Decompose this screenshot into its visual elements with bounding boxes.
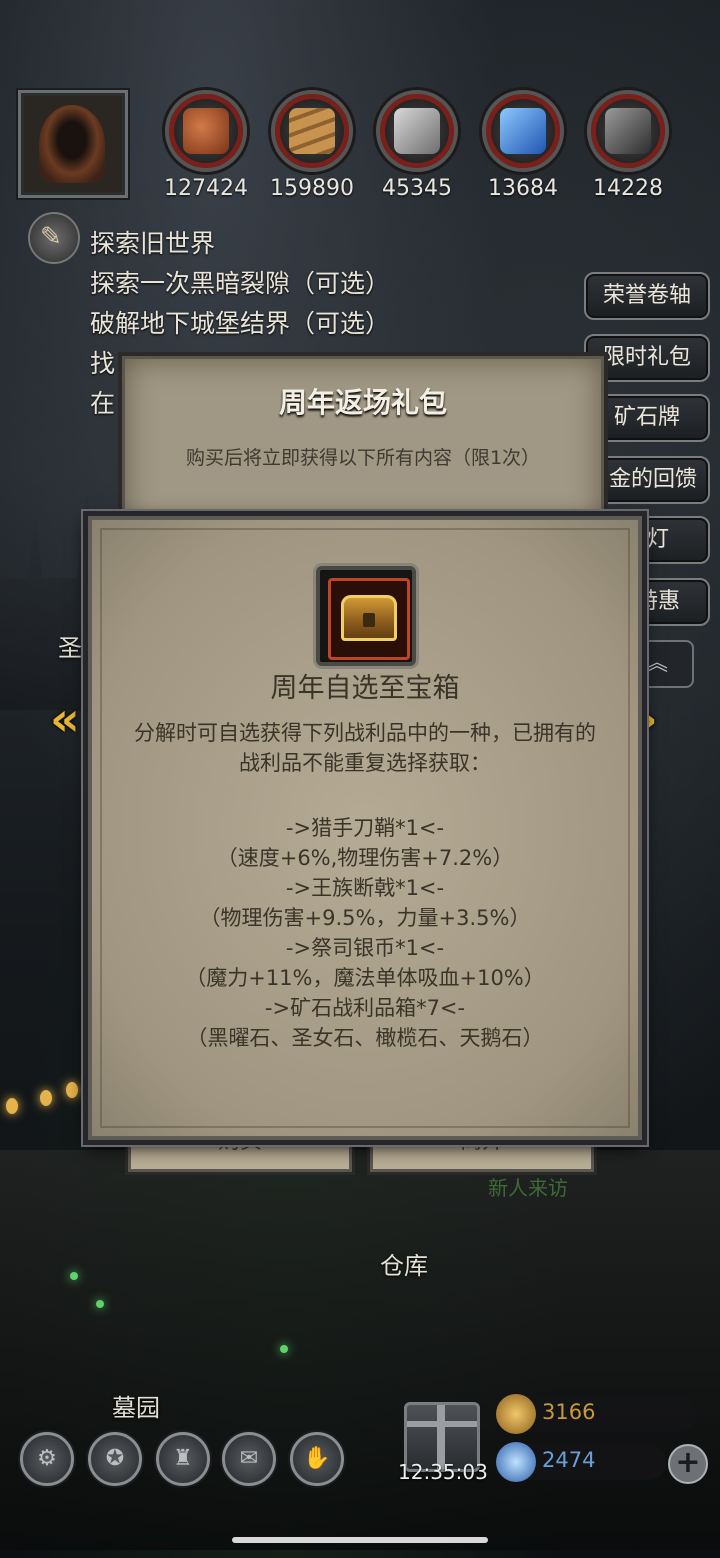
castle-icon[interactable]: ♜ bbox=[156, 1432, 210, 1486]
glow-icon bbox=[280, 1345, 288, 1353]
gem-value: 2474 bbox=[542, 1448, 596, 1472]
treasure-chest-icon bbox=[341, 595, 397, 641]
honor-scroll-button[interactable]: 荣誉卷轴 bbox=[584, 272, 710, 320]
star-badge-icon[interactable]: ✪ bbox=[88, 1432, 142, 1486]
resource-meat[interactable]: 127424 bbox=[156, 90, 256, 201]
iron-ingot-icon bbox=[394, 108, 440, 154]
gold-scroll-icon bbox=[496, 1394, 536, 1434]
scroll-icon[interactable]: ✎ bbox=[28, 212, 80, 264]
resource-wood[interactable]: 159890 bbox=[262, 90, 362, 201]
quest-item[interactable]: 探索旧世界 bbox=[90, 224, 215, 260]
map-label-sage: 圣 bbox=[58, 634, 82, 662]
crystal-icon bbox=[500, 108, 546, 154]
lantern-icon bbox=[6, 1098, 18, 1114]
gear-icon[interactable]: ⚙ bbox=[20, 1432, 74, 1486]
gem-icon bbox=[496, 1442, 536, 1482]
home-indicator[interactable] bbox=[232, 1537, 488, 1543]
add-currency-button[interactable]: + bbox=[668, 1444, 708, 1484]
item-description: 分解时可自选获得下列战利品中的一种，已拥有的战利品不能重复选择获取： bbox=[134, 721, 596, 775]
gift-timer: 12:35:03 bbox=[398, 1460, 488, 1484]
resource-value: 159890 bbox=[270, 176, 354, 201]
resource-ore[interactable]: 14228 bbox=[578, 90, 678, 201]
previous-arrow-icon[interactable]: « bbox=[50, 692, 80, 746]
resource-iron[interactable]: 45345 bbox=[367, 90, 467, 201]
meat-icon bbox=[183, 108, 229, 154]
resource-crystal[interactable]: 13684 bbox=[473, 90, 573, 201]
reward-line: ->猎手刀鞘*1<- bbox=[285, 816, 445, 840]
lantern-icon bbox=[40, 1090, 52, 1106]
player-avatar[interactable] bbox=[18, 90, 128, 198]
gold-currency: 3166 bbox=[496, 1394, 696, 1434]
panel-subtitle: 购买后将立即获得以下所有内容（限1次） bbox=[185, 447, 541, 469]
quest-item[interactable]: 在 bbox=[90, 384, 115, 420]
reward-line: ->王族断戟*1<- bbox=[285, 876, 445, 900]
glow-icon bbox=[70, 1272, 78, 1280]
resource-value: 13684 bbox=[488, 176, 558, 201]
reward-line: （物理伤害+9.5%，力量+3.5%） bbox=[199, 906, 531, 930]
map-label-visitor[interactable]: 新人来访 bbox=[488, 1172, 568, 1201]
quest-item[interactable]: 破解地下城堡结界（可选） bbox=[90, 304, 390, 340]
glow-icon bbox=[96, 1300, 104, 1308]
map-label-warehouse[interactable]: 仓库 bbox=[380, 1246, 428, 1281]
item-detail-panel: 周年自选至宝箱 分解时可自选获得下列战利品中的一种，已拥有的战利品不能重复选择获… bbox=[88, 516, 642, 1140]
resource-value: 45345 bbox=[382, 176, 452, 201]
reward-line: ->矿石战利品箱*7<- bbox=[264, 996, 466, 1020]
panel-title: 周年返场礼包 bbox=[278, 386, 447, 419]
item-slot bbox=[316, 566, 416, 666]
hooded-figure-icon bbox=[39, 105, 105, 183]
resource-value: 14228 bbox=[593, 176, 663, 201]
quest-item[interactable]: 找 bbox=[90, 344, 115, 380]
reward-line: （黑曜石、圣女石、橄榄石、天鹅石） bbox=[186, 1026, 544, 1050]
reward-line: ->祭司银币*1<- bbox=[285, 936, 445, 960]
ore-icon bbox=[605, 108, 651, 154]
gold-value: 3166 bbox=[542, 1400, 596, 1424]
reward-line: （魔力+11%，魔法单体吸血+10%） bbox=[185, 966, 545, 990]
handshake-icon[interactable]: ✋ bbox=[290, 1432, 344, 1486]
item-name: 周年自选至宝箱 bbox=[270, 673, 460, 704]
mail-icon[interactable]: ✉ bbox=[222, 1432, 276, 1486]
lantern-icon bbox=[66, 1082, 78, 1098]
wood-icon bbox=[289, 108, 335, 154]
ground-area bbox=[0, 1150, 720, 1550]
reward-line: （速度+6%,物理伤害+7.2%） bbox=[216, 846, 514, 870]
gem-currency: 2474 bbox=[496, 1442, 666, 1482]
quest-item[interactable]: 探索一次黑暗裂隙（可选） bbox=[90, 264, 390, 300]
resource-value: 127424 bbox=[164, 176, 248, 201]
map-label-graveyard[interactable]: 墓园 bbox=[112, 1388, 160, 1423]
gift-pack-panel: 周年返场礼包 购买后将立即获得以下所有内容（限1次） bbox=[122, 356, 604, 532]
